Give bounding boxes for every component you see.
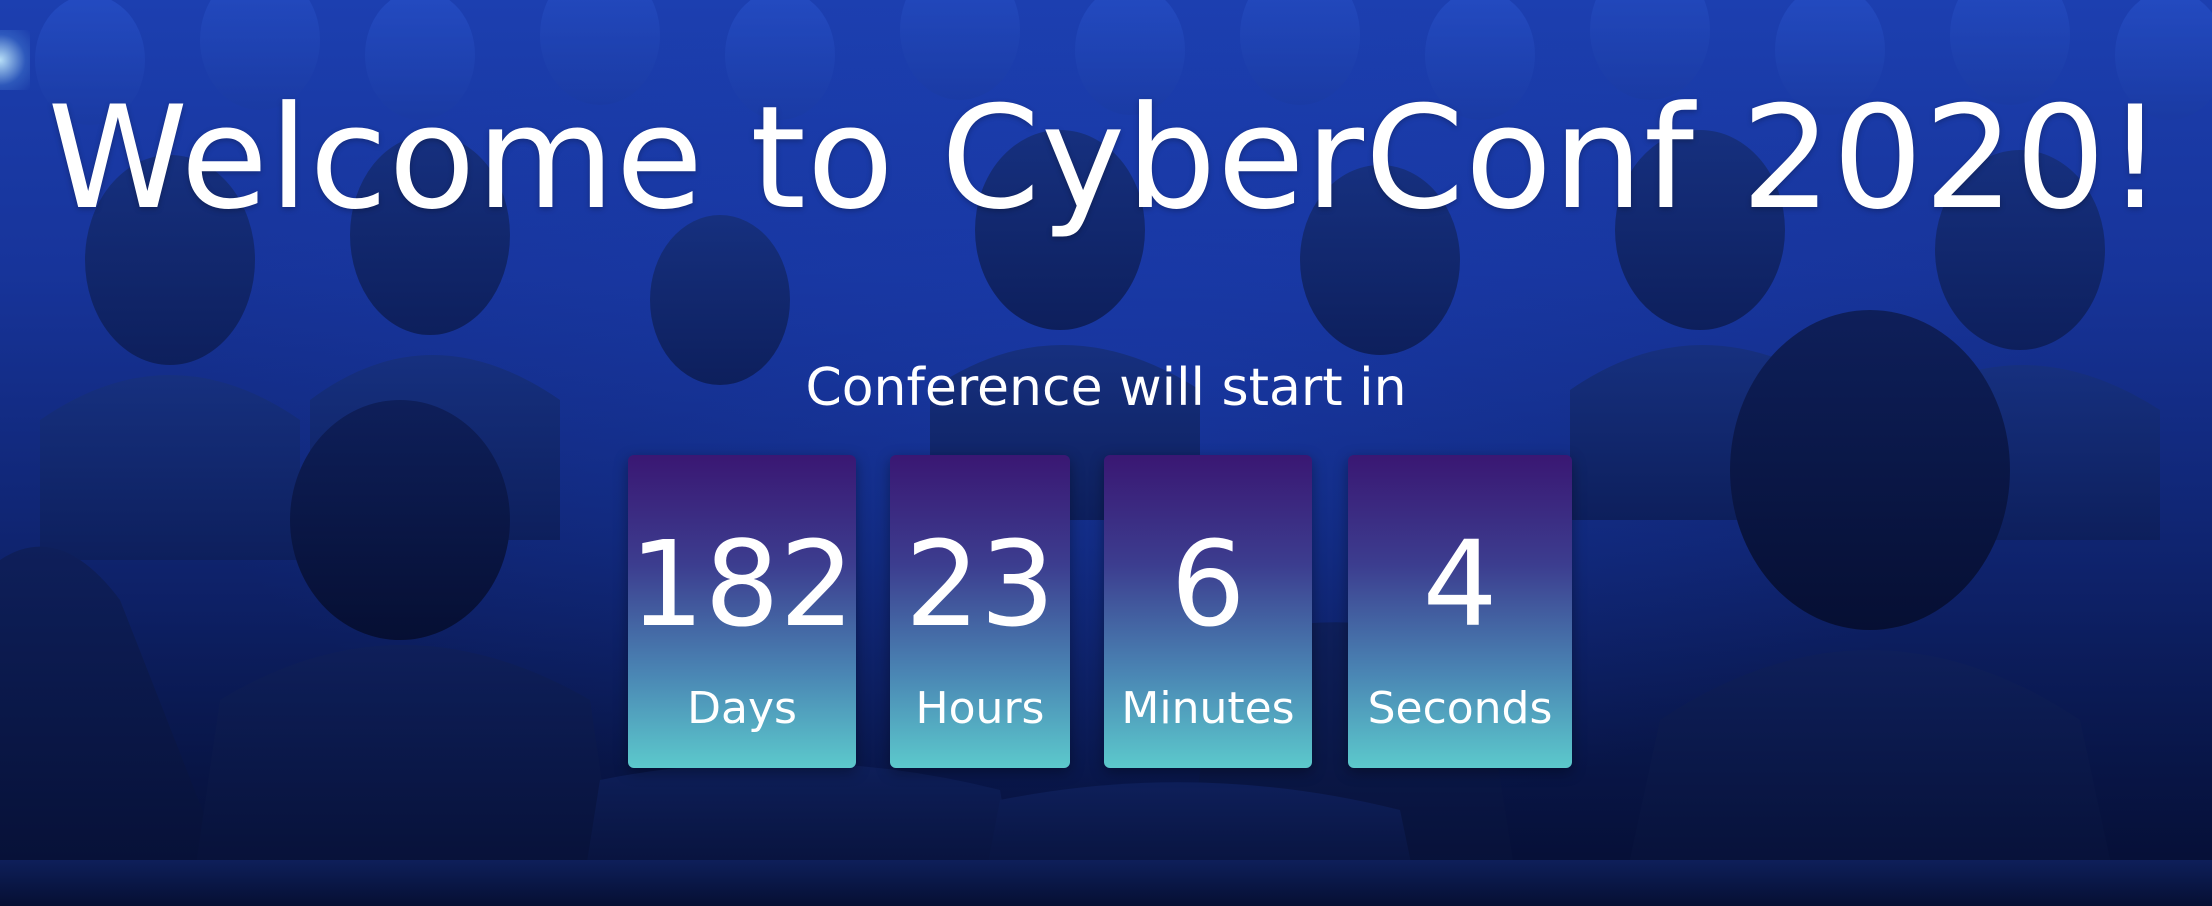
- countdown-hours-value: 23: [904, 515, 1056, 653]
- countdown-hours-label: Hours: [915, 683, 1045, 734]
- countdown-seconds-label: Seconds: [1367, 683, 1553, 734]
- stage-light-glow: [0, 30, 30, 90]
- countdown-seconds-value: 4: [1422, 515, 1498, 653]
- countdown-minutes-label: Minutes: [1121, 683, 1295, 734]
- countdown-minutes-box: 6 Minutes: [1104, 455, 1312, 768]
- countdown-seconds-box: 4 Seconds: [1348, 455, 1572, 768]
- page-title: Welcome to CyberConf 2020!: [47, 76, 2165, 241]
- countdown-minutes-value: 6: [1170, 515, 1246, 653]
- countdown-days-box: 182 Days: [628, 455, 856, 768]
- countdown-days-label: Days: [687, 683, 797, 734]
- countdown-subtitle: Conference will start in: [805, 358, 1407, 418]
- countdown-days-value: 182: [629, 515, 855, 653]
- countdown-hours-box: 23 Hours: [890, 455, 1070, 768]
